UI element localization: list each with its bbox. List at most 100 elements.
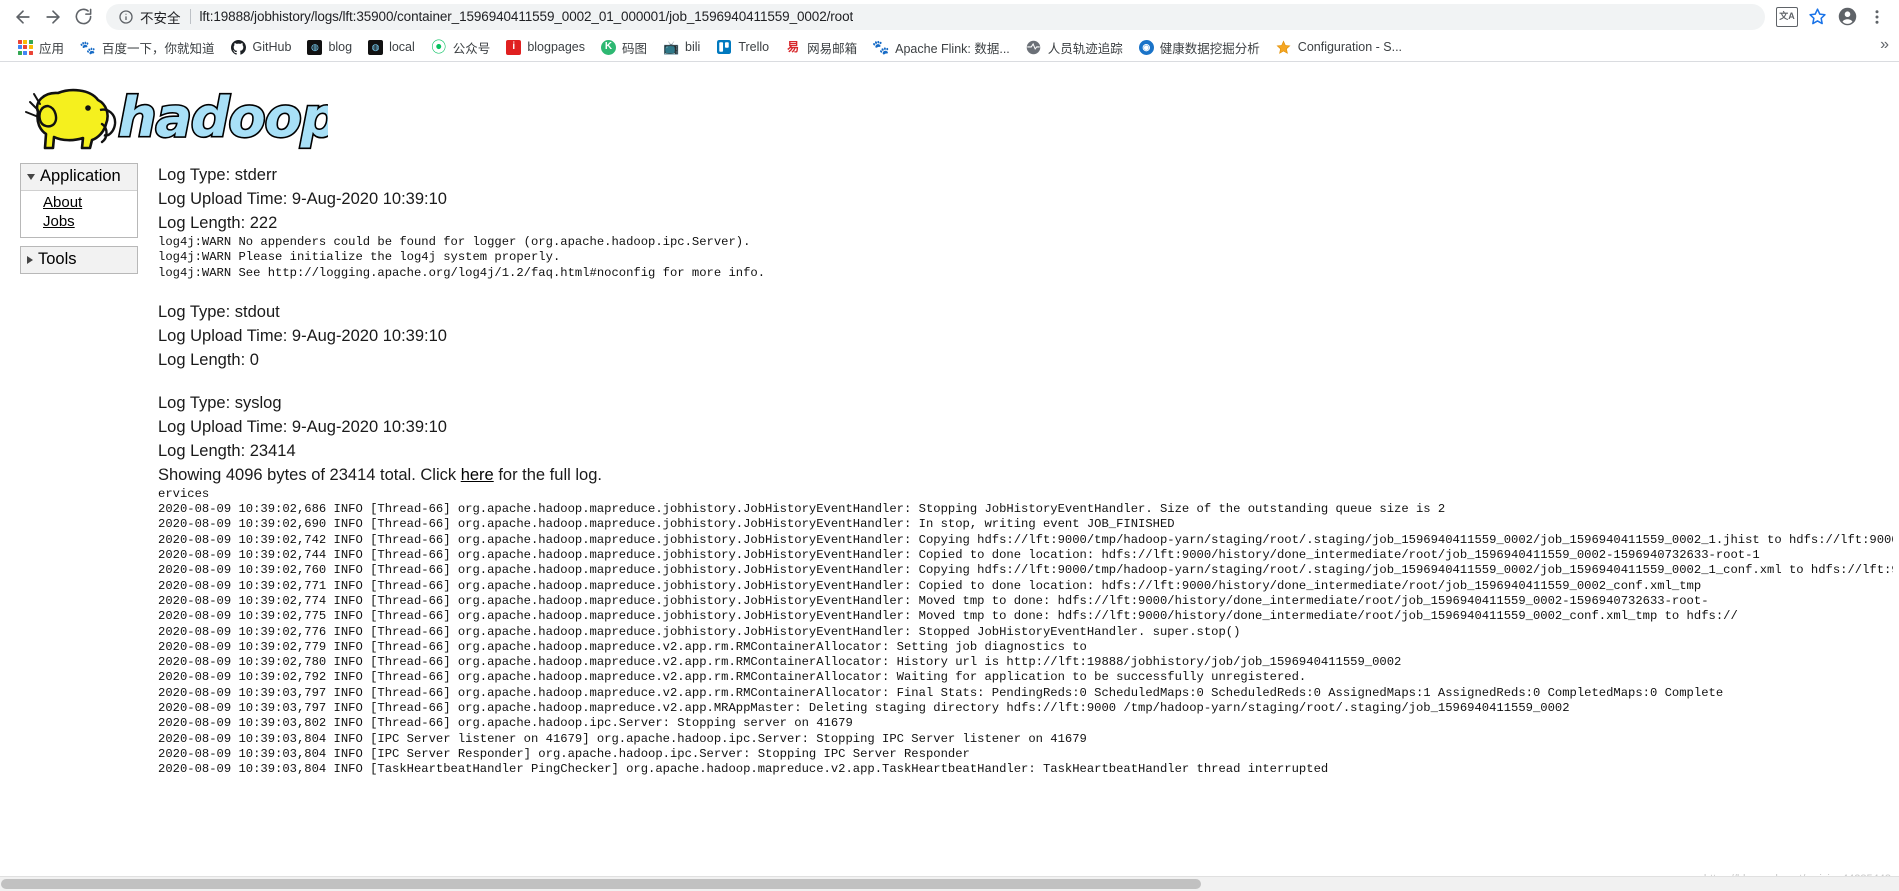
sidebar-section-header-tools[interactable]: Tools: [21, 247, 137, 273]
reload-icon: [75, 8, 91, 25]
sidebar-section-application: Application About Jobs: [20, 163, 138, 238]
bookmark-trello[interactable]: Trello: [709, 35, 776, 59]
log-length-syslog: Log Length: 23414: [158, 441, 296, 460]
caret-right-icon: [27, 255, 33, 264]
showing-prefix: Showing 4096 bytes of 23414 total. Click: [158, 465, 461, 484]
browser-toolbar: 不安全 lft:19888/jobhistory/logs/lft:35900/…: [0, 0, 1899, 33]
omnibox-divider: [189, 9, 191, 24]
bookmark-matu[interactable]: K 码图: [594, 35, 654, 59]
blog-icon: ◍: [307, 39, 323, 55]
bookmark-local[interactable]: ◍ local: [361, 35, 422, 59]
sidebar-section-tools: Tools: [20, 246, 138, 274]
arrow-right-icon: [46, 9, 60, 24]
log-spacer: [158, 281, 1893, 300]
bookmark-blog[interactable]: ◍ blog: [300, 35, 359, 59]
bilibili-icon: 📺: [662, 39, 680, 55]
bookmark-label: GitHub: [252, 40, 292, 54]
hadoop-logo-svg: hadoop: [25, 84, 341, 151]
log-type-stderr: Log Type: stderr: [158, 166, 277, 184]
account-circle-icon: [1838, 7, 1856, 26]
baidu-icon: 🐾: [79, 39, 97, 55]
bookmarks-bar: 应用 🐾 百度一下，你就知道 GitHub ◍ blog ◍ local ⦿ 公…: [0, 33, 1899, 62]
showing-suffix: for the full log.: [493, 465, 602, 484]
bookmark-bilibili[interactable]: 📺 bili: [656, 35, 707, 59]
bookmark-baidu[interactable]: 🐾 百度一下，你就知道: [73, 35, 222, 59]
bookmarks-overflow-button[interactable]: »: [1876, 36, 1893, 54]
tracking-icon: [1026, 39, 1042, 55]
bookmark-label: blogpages: [527, 40, 586, 54]
health-analytics-icon: ◉: [1138, 39, 1154, 55]
address-bar[interactable]: 不安全 lft:19888/jobhistory/logs/lft:35900/…: [106, 3, 1765, 30]
bookmark-label: Configuration - S...: [1297, 40, 1403, 54]
kebab-menu-icon: [1875, 9, 1879, 24]
log-upload-time-syslog: Log Upload Time: 9-Aug-2020 10:39:10: [158, 417, 447, 436]
profile-button[interactable]: [1833, 3, 1861, 31]
bookmark-github[interactable]: GitHub: [224, 35, 299, 59]
log-type-syslog: Log Type: syslog: [158, 393, 282, 412]
bookmark-label: 应用: [39, 41, 65, 56]
bookmark-label: local: [389, 40, 415, 54]
info-circle-icon[interactable]: [118, 9, 134, 25]
log-content: Log Type: stderr Log Upload Time: 9-Aug-…: [158, 163, 1899, 778]
bookmark-label: 码图: [622, 41, 648, 56]
arrow-left-icon: [16, 9, 30, 24]
bookmark-label: Trello: [738, 40, 770, 54]
bookmark-apps[interactable]: 应用: [10, 35, 71, 59]
bookmark-configuration[interactable]: Configuration - S...: [1269, 35, 1409, 59]
bookmark-label: 人员轨迹追踪: [1047, 41, 1123, 56]
log-length-stderr: Log Length: 222: [158, 214, 278, 232]
translate-icon: 文A: [1776, 6, 1798, 27]
caret-down-icon: [27, 173, 35, 180]
reload-button[interactable]: [68, 2, 98, 32]
local-icon: ◍: [368, 39, 384, 55]
url-text: lft:19888/jobhistory/logs/lft:35900/cont…: [199, 9, 854, 24]
bookmark-netease-mail[interactable]: 易 网易邮箱: [778, 35, 864, 59]
log-showing-notice: Showing 4096 bytes of 23414 total. Click…: [158, 463, 1893, 487]
hadoop-logo: hadoop: [18, 80, 341, 155]
log-block-stdout: Log Type: stdout Log Upload Time: 9-Aug-…: [158, 300, 1893, 372]
bookmark-star-button[interactable]: [1803, 3, 1831, 31]
sidebar-section-title: Application: [40, 167, 121, 185]
wechat-official-icon: ⦿: [431, 38, 447, 56]
log-block-stderr: Log Type: stderr Log Upload Time: 9-Aug-…: [158, 163, 1893, 281]
sidebar-item-jobs[interactable]: Jobs: [21, 212, 137, 231]
log-length-stdout: Log Length: 0: [158, 350, 259, 369]
star-icon: [1808, 8, 1826, 25]
sidebar-item-about[interactable]: About: [21, 193, 137, 212]
horizontal-scrollbar[interactable]: [0, 876, 1899, 891]
bookmark-apache-flink[interactable]: 🐾 Apache Flink: 数据...: [866, 35, 1017, 59]
forward-button[interactable]: [38, 2, 68, 32]
bookmark-blogpages[interactable]: i blogpages: [499, 35, 592, 59]
bookmark-health-analytics[interactable]: ◉ 健康数据挖掘分析: [1132, 35, 1267, 59]
chrome-menu-button[interactable]: [1863, 3, 1891, 31]
log-upload-time-stderr: Log Upload Time: 9-Aug-2020 10:39:10: [158, 190, 447, 208]
sidebar-nav: Application About Jobs Tools: [20, 163, 138, 282]
elephant-icon: [25, 88, 117, 150]
trello-icon: [716, 39, 732, 55]
log-body-stderr: log4j:WARN No appenders could be found f…: [158, 235, 766, 280]
log-spacer: [158, 372, 1893, 391]
matu-icon: K: [601, 39, 617, 55]
sidebar-section-header-application[interactable]: Application: [21, 164, 137, 191]
netease-mail-icon: 易: [787, 40, 800, 54]
back-button[interactable]: [8, 2, 38, 32]
bookmark-tracking[interactable]: 人员轨迹追踪: [1019, 35, 1130, 59]
log-upload-time-stdout: Log Upload Time: 9-Aug-2020 10:39:10: [158, 326, 447, 345]
bookmark-label: 网易邮箱: [807, 41, 858, 56]
horizontal-scrollbar-thumb[interactable]: [1, 879, 1201, 889]
translate-button[interactable]: 文A: [1773, 3, 1801, 31]
github-icon: [231, 39, 247, 55]
blogpages-icon: i: [506, 39, 522, 55]
hadoop-wordmark: hadoop: [118, 86, 328, 149]
log-type-stdout: Log Type: stdout: [158, 302, 280, 321]
log-body-syslog: ervices 2020-08-09 10:39:02,686 INFO [Th…: [158, 486, 1893, 777]
bookmark-label: 健康数据挖掘分析: [1159, 41, 1260, 56]
sidebar-section-title: Tools: [38, 250, 77, 268]
sidebar-section-body-application: About Jobs: [21, 191, 137, 237]
browser-window: 不安全 lft:19888/jobhistory/logs/lft:35900/…: [0, 0, 1899, 891]
bookmark-label: Apache Flink: 数据...: [895, 41, 1010, 56]
full-log-link[interactable]: here: [461, 466, 494, 484]
security-status-text: 不安全: [140, 10, 181, 26]
page-content: hadoop Application About Jobs Tools Log …: [0, 62, 1899, 891]
bookmark-wechat-official[interactable]: ⦿ 公众号: [424, 35, 498, 59]
